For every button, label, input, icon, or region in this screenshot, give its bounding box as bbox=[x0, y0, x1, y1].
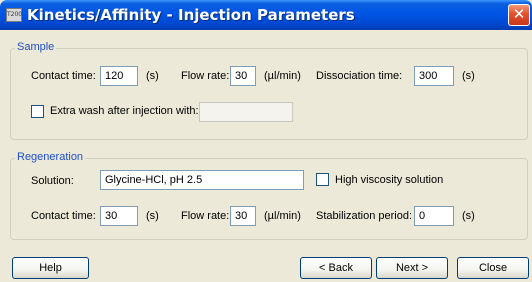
high-viscosity-label: High viscosity solution bbox=[335, 174, 444, 186]
sample-flow-rate-unit: (µl/min) bbox=[264, 70, 301, 82]
sample-contact-time-input[interactable]: 120 bbox=[100, 66, 138, 86]
close-window-icon[interactable]: ✕ bbox=[508, 4, 530, 26]
close-button[interactable]: Close bbox=[457, 257, 529, 279]
title-bar: T200 Kinetics/Affinity - Injection Param… bbox=[0, 0, 532, 30]
dissociation-time-unit: (s) bbox=[462, 70, 475, 82]
regen-contact-time-input[interactable]: 30 bbox=[100, 206, 138, 226]
sample-flow-rate-input[interactable]: 30 bbox=[230, 66, 256, 86]
regen-contact-time-label: Contact time: bbox=[31, 210, 96, 222]
dissociation-time-input[interactable]: 300 bbox=[414, 66, 454, 86]
sample-legend: Sample bbox=[15, 41, 57, 53]
back-button[interactable]: < Back bbox=[300, 257, 372, 279]
help-button[interactable]: Help bbox=[12, 257, 89, 279]
solution-input[interactable]: Glycine-HCl, pH 2.5 bbox=[100, 170, 304, 190]
regeneration-legend: Regeneration bbox=[15, 151, 86, 163]
regen-flow-rate-label: Flow rate: bbox=[181, 210, 230, 222]
sample-group bbox=[10, 48, 528, 140]
sample-contact-time-unit: (s) bbox=[146, 70, 159, 82]
extra-wash-checkbox[interactable] bbox=[31, 105, 44, 118]
regen-flow-rate-input[interactable]: 30 bbox=[230, 206, 256, 226]
app-icon: T200 bbox=[6, 8, 22, 22]
extra-wash-input[interactable] bbox=[199, 102, 293, 122]
sample-contact-time-label: Contact time: bbox=[31, 70, 96, 82]
dissociation-time-label: Dissociation time: bbox=[316, 70, 403, 82]
extra-wash-label: Extra wash after injection with: bbox=[50, 105, 199, 117]
next-button[interactable]: Next > bbox=[376, 257, 448, 279]
sample-flow-rate-label: Flow rate: bbox=[181, 70, 230, 82]
solution-label: Solution: bbox=[31, 175, 74, 187]
stabilization-period-label: Stabilization period: bbox=[316, 210, 413, 222]
regen-flow-rate-unit: (µl/min) bbox=[264, 210, 301, 222]
stabilization-period-input[interactable]: 0 bbox=[414, 206, 454, 226]
stabilization-period-unit: (s) bbox=[462, 210, 475, 222]
high-viscosity-checkbox[interactable] bbox=[316, 173, 329, 186]
regen-contact-time-unit: (s) bbox=[146, 210, 159, 222]
window-title: Kinetics/Affinity - Injection Parameters bbox=[27, 6, 355, 24]
